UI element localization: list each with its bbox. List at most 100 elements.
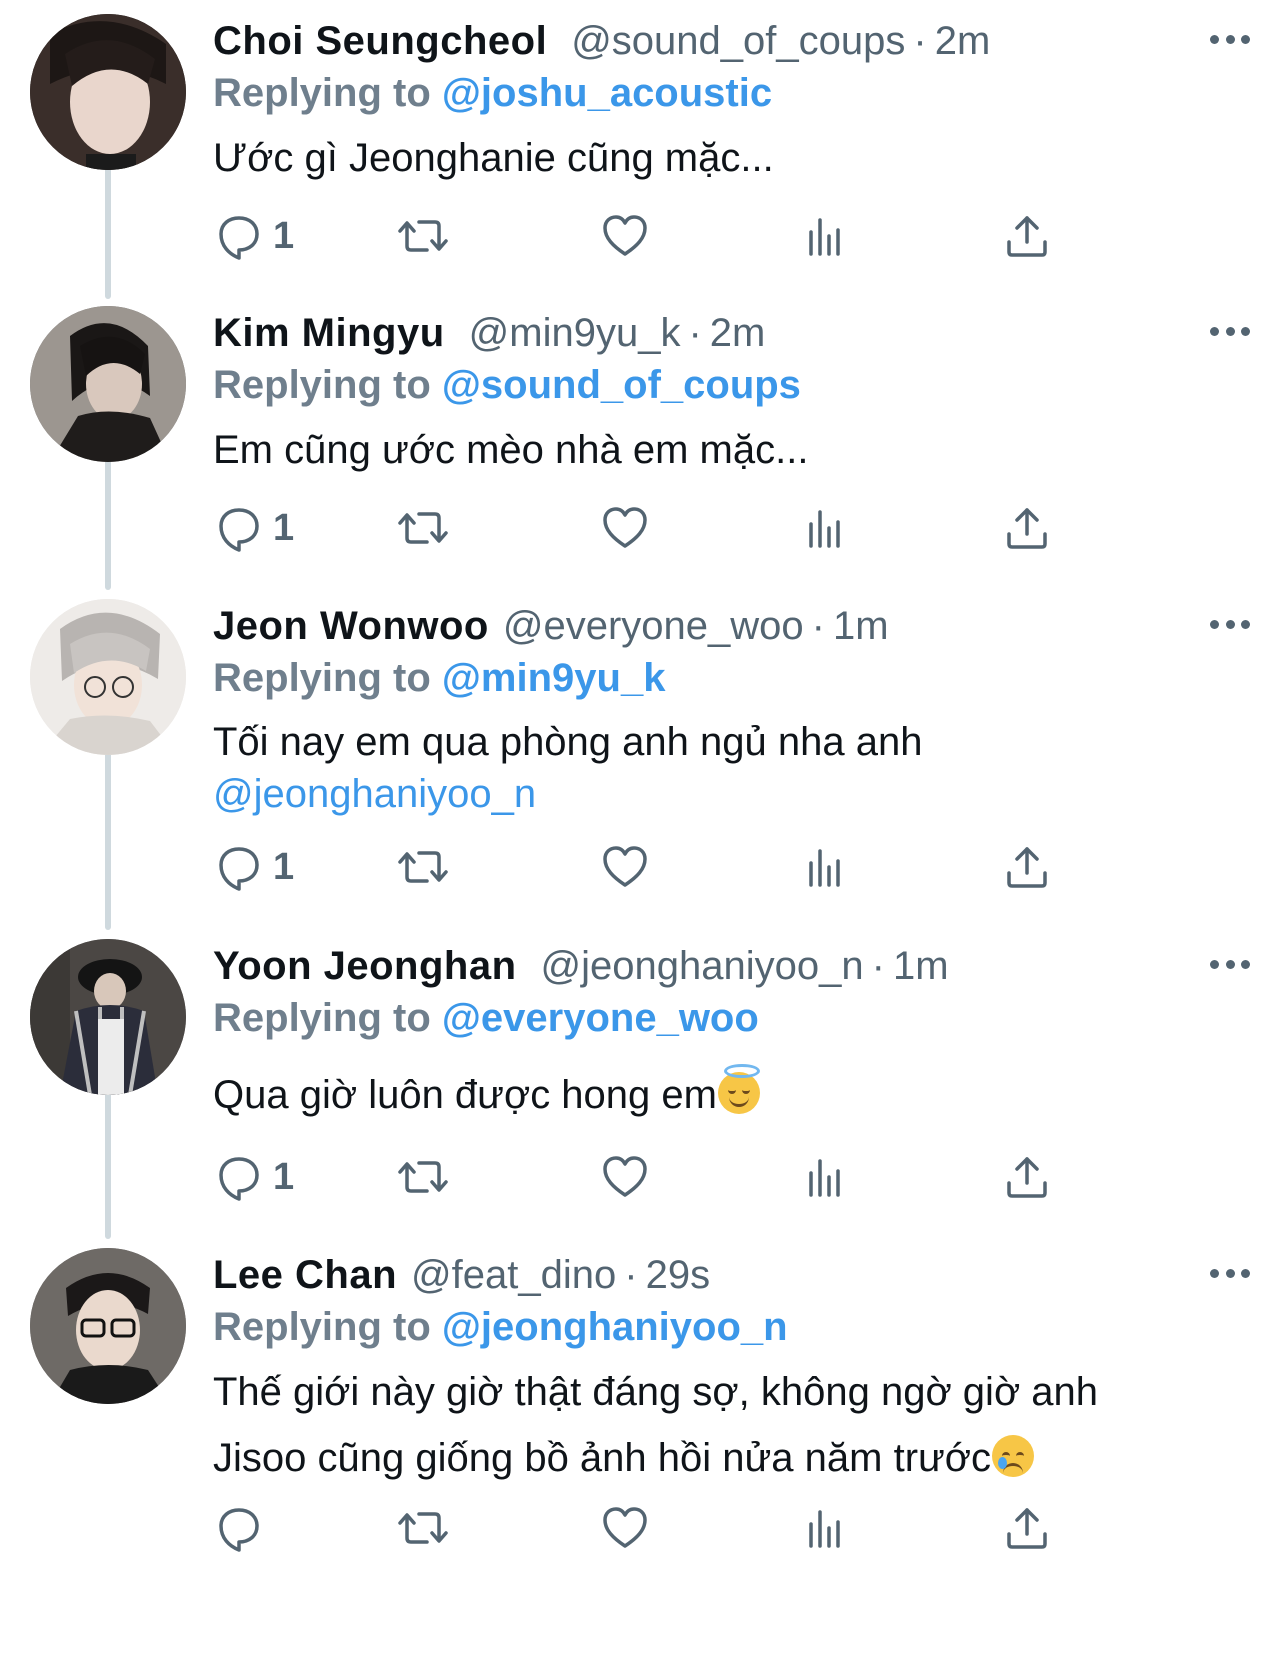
display-name[interactable]: Lee Chan (213, 1249, 397, 1301)
like-button[interactable] (599, 498, 651, 558)
like-button[interactable] (599, 837, 651, 897)
avatar[interactable] (30, 14, 186, 170)
reply-button[interactable]: 1 (213, 837, 294, 897)
like-button[interactable] (599, 1147, 651, 1207)
reply-button[interactable] (213, 1498, 273, 1558)
replying-to: Replying to @jeonghaniyoo_n (213, 1301, 1284, 1353)
tweet-actions: 1 (213, 206, 1113, 266)
timestamp[interactable]: 29s (646, 1249, 711, 1301)
avatar-image (30, 14, 186, 170)
share-button[interactable] (1001, 1147, 1053, 1207)
views-button[interactable] (799, 1147, 851, 1207)
more-options-icon[interactable] (1210, 316, 1250, 346)
user-handle[interactable]: @feat_dino (411, 1249, 616, 1301)
like-button[interactable] (599, 206, 651, 266)
share-button[interactable] (1001, 498, 1053, 558)
like-button[interactable] (599, 1498, 651, 1558)
tweet[interactable]: Yoon Jeonghan @jeonghaniyoo_n · 1m Reply… (0, 925, 1284, 1240)
avatar[interactable] (30, 939, 186, 1095)
tweet-actions: 1 (213, 837, 1113, 897)
analytics-icon (809, 218, 840, 256)
tweet-text-line: Tối nay em qua phòng anh ngủ nha anh (213, 720, 923, 764)
replying-to-mention[interactable]: @min9yu_k (442, 656, 666, 700)
display-name[interactable]: Yoon Jeonghan (213, 940, 517, 992)
tweet[interactable]: Lee Chan @feat_dino · 29s Replying to @j… (0, 1234, 1284, 1674)
retweet-icon (398, 512, 448, 544)
display-name[interactable]: Choi Seungcheol (213, 15, 547, 67)
replying-to: Replying to @joshu_acoustic (213, 67, 1284, 119)
reply-icon (219, 508, 259, 552)
user-handle[interactable]: @min9yu_k (469, 307, 681, 359)
views-button[interactable] (799, 498, 851, 558)
more-options-icon[interactable] (1210, 24, 1250, 54)
replying-to-label: Replying to (213, 656, 431, 700)
reply-button[interactable]: 1 (213, 1147, 294, 1207)
tweet-text: Thế giới này giờ thật đáng sợ, không ngờ… (213, 1359, 1284, 1491)
retweet-button[interactable] (397, 206, 449, 266)
smiling-face-with-halo-emoji (717, 1064, 760, 1114)
reply-count: 1 (273, 506, 295, 549)
reply-icon (219, 1157, 259, 1201)
tweet-text: Em cũng ước mèo nhà em mặc... (213, 417, 1284, 483)
share-icon (1007, 1157, 1047, 1198)
retweet-button[interactable] (397, 1498, 449, 1558)
tweet-actions: 1 (213, 1147, 1113, 1207)
reply-button[interactable]: 1 (213, 498, 294, 558)
heart-icon (603, 1156, 647, 1197)
user-handle[interactable]: @everyone_woo (503, 600, 804, 652)
retweet-button[interactable] (397, 498, 449, 558)
tweet[interactable]: Jeon Wonwoo @everyone_woo · 1m Replying … (0, 585, 1284, 930)
replying-to: Replying to @sound_of_coups (213, 359, 1284, 411)
replying-to-mention[interactable]: @joshu_acoustic (442, 71, 772, 115)
tweet-actions (213, 1498, 1113, 1558)
tweet-text: Qua giờ luôn được hong em (213, 1062, 1284, 1128)
heart-icon (603, 215, 647, 256)
replying-to-label: Replying to (213, 1305, 431, 1349)
user-handle[interactable]: @sound_of_coups (571, 15, 905, 67)
more-options-icon[interactable] (1210, 949, 1250, 979)
replying-to: Replying to @min9yu_k (213, 652, 1284, 704)
display-name[interactable]: Jeon Wonwoo (213, 600, 489, 652)
replying-to-mention[interactable]: @everyone_woo (442, 996, 759, 1040)
avatar[interactable] (30, 599, 186, 755)
avatar[interactable] (30, 1248, 186, 1404)
user-handle[interactable]: @jeonghaniyoo_n (541, 940, 864, 992)
heart-icon (603, 1507, 647, 1548)
replying-to-mention[interactable]: @sound_of_coups (442, 363, 801, 407)
replying-to-label: Replying to (213, 71, 431, 115)
timestamp[interactable]: 1m (833, 600, 889, 652)
replying-to-mention[interactable]: @jeonghaniyoo_n (442, 1305, 788, 1349)
retweet-button[interactable] (397, 1147, 449, 1207)
timestamp[interactable]: 1m (893, 940, 949, 992)
heart-icon (603, 507, 647, 548)
tweet-text-line: Ước gì Jeonghanie cũng mặc... (213, 136, 774, 180)
tweet-text: Tối nay em qua phòng anh ngủ nha anh @je… (213, 716, 1284, 820)
tweet-text-line: Thế giới này giờ thật đáng sợ, không ngờ… (213, 1370, 1099, 1414)
tweet[interactable]: Kim Mingyu @min9yu_k · 2m Replying to @s… (0, 292, 1284, 592)
tweet-text-mention[interactable]: @jeonghaniyoo_n (213, 768, 1284, 820)
more-options-icon[interactable] (1210, 609, 1250, 639)
analytics-icon (809, 849, 840, 887)
tweet-text-line: Qua giờ luôn được hong em (213, 1073, 717, 1117)
display-name[interactable]: Kim Mingyu (213, 307, 445, 359)
share-button[interactable] (1001, 1498, 1053, 1558)
share-button[interactable] (1001, 206, 1053, 266)
views-button[interactable] (799, 1498, 851, 1558)
timestamp[interactable]: 2m (710, 307, 766, 359)
analytics-icon (809, 1159, 840, 1197)
reply-icon (219, 216, 259, 260)
heart-icon (603, 846, 647, 887)
avatar[interactable] (30, 306, 186, 462)
timestamp[interactable]: 2m (935, 15, 991, 67)
share-button[interactable] (1001, 837, 1053, 897)
more-options-icon[interactable] (1210, 1258, 1250, 1288)
views-button[interactable] (799, 206, 851, 266)
tweet[interactable]: Choi Seungcheol @sound_of_coups · 2m Rep… (0, 0, 1284, 300)
share-icon (1007, 216, 1047, 257)
reply-count: 1 (273, 214, 295, 257)
views-button[interactable] (799, 837, 851, 897)
retweet-button[interactable] (397, 837, 449, 897)
reply-button[interactable]: 1 (213, 206, 294, 266)
reply-icon (219, 1508, 259, 1552)
reply-icon (219, 847, 259, 891)
